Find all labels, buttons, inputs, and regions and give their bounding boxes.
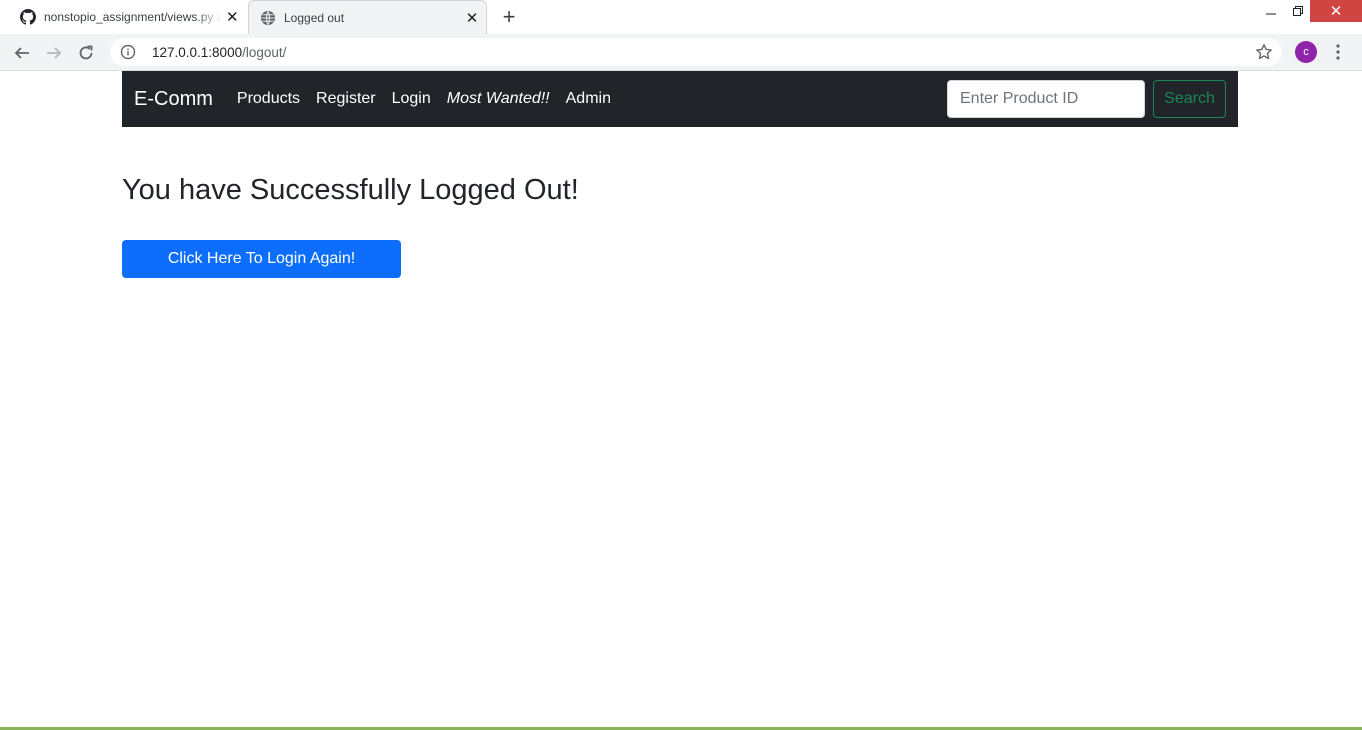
close-icon[interactable]: ✕ bbox=[222, 6, 243, 28]
reload-icon[interactable] bbox=[74, 41, 98, 65]
menu-kebab-icon[interactable] bbox=[1330, 42, 1346, 62]
browser-tab-strip: nonstopio_assignment/views.py at ✕ Logge… bbox=[0, 0, 1362, 34]
brand-link[interactable]: E-Comm bbox=[134, 88, 213, 111]
new-tab-icon[interactable]: + bbox=[498, 6, 520, 28]
bookmark-star-icon[interactable] bbox=[1255, 43, 1275, 63]
profile-avatar[interactable]: c bbox=[1295, 41, 1317, 63]
github-icon bbox=[20, 9, 36, 25]
nav-link-most-wanted[interactable]: Most Wanted!! bbox=[447, 90, 550, 108]
window-close-icon[interactable]: ✕ bbox=[1310, 0, 1362, 22]
forward-arrow-icon[interactable] bbox=[42, 41, 66, 65]
tab-title: nonstopio_assignment/views.py at bbox=[44, 10, 222, 24]
nav-link-admin[interactable]: Admin bbox=[566, 90, 611, 108]
nav-link-login[interactable]: Login bbox=[392, 90, 431, 108]
site-navbar: E-Comm Products Register Login Most Want… bbox=[122, 71, 1238, 127]
info-icon[interactable] bbox=[120, 44, 136, 60]
url-host: 127.0.0.1:8000 bbox=[152, 44, 243, 60]
address-bar[interactable]: 127.0.0.1:8000/logout/ bbox=[110, 38, 1282, 66]
product-id-search-input[interactable] bbox=[947, 80, 1145, 118]
login-again-button[interactable]: Click Here To Login Again! bbox=[122, 240, 401, 278]
back-arrow-icon[interactable] bbox=[10, 41, 34, 65]
nav-link-products[interactable]: Products bbox=[237, 90, 300, 108]
browser-toolbar: 127.0.0.1:8000/logout/ c bbox=[0, 34, 1362, 71]
tab-title: Logged out bbox=[284, 10, 345, 25]
nav-link-register[interactable]: Register bbox=[316, 90, 376, 108]
close-icon[interactable]: ✕ bbox=[461, 7, 483, 29]
browser-tab-logged-out[interactable]: Logged out ✕ bbox=[248, 0, 487, 34]
page-title: You have Successfully Logged Out! bbox=[122, 174, 579, 206]
search-button[interactable]: Search bbox=[1153, 80, 1226, 118]
url-text: 127.0.0.1:8000/logout/ bbox=[152, 45, 286, 60]
browser-tab-github[interactable]: nonstopio_assignment/views.py at ✕ bbox=[0, 0, 246, 34]
url-path: /logout/ bbox=[242, 44, 287, 60]
globe-icon bbox=[261, 10, 275, 25]
